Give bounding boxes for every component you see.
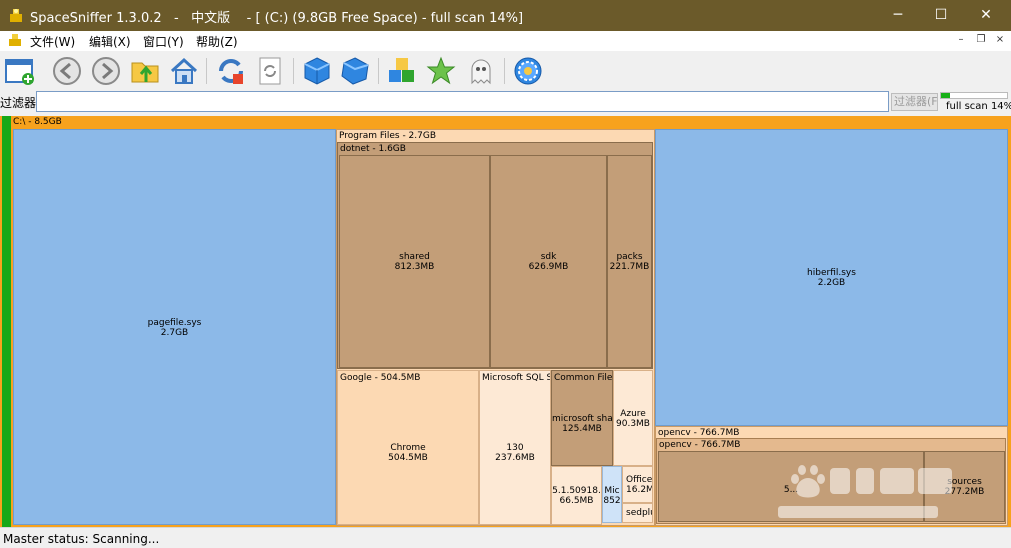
folder-size: 66.5MB	[559, 496, 594, 506]
app-icon	[10, 9, 22, 22]
forward-icon[interactable]	[90, 55, 122, 87]
blue-cube-tilted-icon[interactable]	[339, 55, 371, 87]
filter-label: 过滤器	[0, 96, 37, 110]
scan-status-label: full scan 14%	[946, 101, 1011, 112]
treemap-folder-packs[interactable]: packs 221.7MB	[607, 155, 652, 368]
treemap-folder-google[interactable]: Google - 504.5MB Chrome 504.5MB	[337, 370, 479, 525]
toolbar-separator	[504, 58, 505, 84]
file-name: hiberfil.sys	[807, 268, 856, 278]
folder-name: Mic	[604, 486, 620, 496]
folder-name: packs	[616, 252, 643, 262]
mdi-minimize-button[interactable]: –	[954, 33, 968, 47]
back-icon[interactable]	[51, 55, 83, 87]
ghost-icon[interactable]	[465, 55, 497, 87]
folder-label: dotnet - 1.6GB	[340, 144, 406, 154]
home-icon[interactable]	[168, 55, 200, 87]
treemap-folder-sedplu[interactable]: sedplu	[622, 503, 653, 523]
window-title: SpaceSniffer 1.3.0.2 - 中文版 - [ (C:) (9.8…	[30, 11, 524, 26]
toolbar-separator	[206, 58, 207, 84]
filter-button[interactable]: 过滤器(F	[891, 93, 938, 111]
toolbar-separator	[378, 58, 379, 84]
folder-size: 504.5MB	[388, 453, 428, 463]
treemap-folder-office[interactable]: Office 16.2M	[622, 466, 653, 503]
folder-size: 221.7MB	[609, 262, 650, 272]
folder-size: 125.4MB	[562, 424, 602, 434]
scan-progress-strip	[2, 116, 11, 527]
menu-bar: 文件(W) 编辑(X) 窗口(Y) 帮助(Z) – ❐ ×	[0, 31, 1011, 51]
mdi-close-button[interactable]: ×	[993, 33, 1007, 47]
folder-name: sedplu	[626, 508, 653, 518]
folder-size: 626.9MB	[528, 262, 569, 272]
folder-name: 5.1.50918.	[552, 486, 601, 496]
file-size: 2.7GB	[160, 328, 189, 338]
folder-label: opencv - 766.7MB	[658, 428, 740, 438]
treemap-file-pagefile[interactable]: pagefile.sys 2.7GB	[13, 129, 336, 525]
menu-edit[interactable]: 编辑(X)	[89, 33, 131, 50]
folder-name: Azure	[620, 409, 646, 419]
new-window-icon[interactable]	[4, 55, 36, 87]
treemap-folder-mic[interactable]: Mic 852	[602, 466, 622, 523]
treemap-folder-sdk[interactable]: sdk 626.9MB	[490, 155, 607, 368]
treemap-folder-version[interactable]: 5.1.50918. 66.5MB	[551, 466, 602, 525]
baidu-watermark-logo	[778, 465, 952, 518]
settings-gear-icon[interactable]	[512, 55, 544, 87]
status-text: Master status: Scanning...	[3, 532, 160, 546]
treemap-folder-common-files[interactable]: Common Files microsoft sha 125.4MB	[551, 370, 613, 466]
menu-window[interactable]: 窗口(Y)	[143, 33, 184, 50]
mdi-restore-button[interactable]: ❐	[974, 33, 988, 47]
open-folder-icon[interactable]	[130, 55, 162, 87]
menu-file[interactable]: 文件(W)	[30, 33, 75, 50]
toolbar	[0, 52, 1011, 90]
maximize-button[interactable]: ☐	[918, 0, 964, 31]
refresh-icon[interactable]	[215, 55, 247, 87]
folder-size: 237.6MB	[495, 453, 535, 463]
folder-name: Office	[626, 475, 653, 485]
folder-label: opencv - 766.7MB	[659, 440, 741, 450]
toolbar-separator	[293, 58, 294, 84]
root-label: C:\ - 8.5GB	[13, 117, 62, 127]
cubes-icon[interactable]	[386, 55, 418, 87]
treemap-file-hiberfil[interactable]: hiberfil.sys 2.2GB	[655, 129, 1008, 426]
document-icon	[9, 34, 21, 46]
status-bar: Master status: Scanning...	[0, 527, 1011, 548]
reload-icon[interactable]	[254, 55, 286, 87]
treemap-folder-mssql[interactable]: Microsoft SQL Se 130 237.6MB	[479, 370, 551, 525]
folder-name: microsoft sha	[552, 414, 613, 424]
folder-name: 130	[506, 443, 524, 453]
minimize-button[interactable]: ─	[875, 0, 921, 31]
filter-bar: 过滤器 过滤器(F	[0, 90, 1011, 114]
blue-cube-icon[interactable]	[301, 55, 333, 87]
file-name: pagefile.sys	[147, 318, 202, 328]
folder-label: Google - 504.5MB	[340, 373, 421, 383]
folder-label: Microsoft SQL Se	[482, 373, 551, 383]
title-bar: SpaceSniffer 1.3.0.2 - 中文版 - [ (C:) (9.8…	[0, 0, 1011, 31]
filter-input[interactable]	[36, 91, 889, 112]
close-button[interactable]: ✕	[963, 0, 1009, 31]
file-size: 2.2GB	[817, 278, 846, 288]
folder-size: 90.3MB	[616, 419, 650, 429]
star-icon[interactable]	[425, 55, 457, 87]
folder-label: Common Files	[554, 373, 613, 383]
folder-size: 16.2M	[626, 485, 653, 495]
folder-name: shared	[399, 252, 430, 262]
scan-progress-bar	[940, 92, 1008, 99]
menu-help[interactable]: 帮助(Z)	[196, 33, 238, 50]
folder-size: 812.3MB	[394, 262, 435, 272]
treemap-folder-azure[interactable]: Azure 90.3MB	[613, 370, 653, 466]
folder-name: sdk	[540, 252, 557, 262]
folder-size: 852	[603, 496, 621, 506]
scan-progress-fill	[941, 93, 951, 98]
folder-name: Chrome	[390, 443, 426, 453]
treemap-folder-shared[interactable]: shared 812.3MB	[339, 155, 490, 368]
folder-label: Program Files - 2.7GB	[339, 131, 437, 141]
